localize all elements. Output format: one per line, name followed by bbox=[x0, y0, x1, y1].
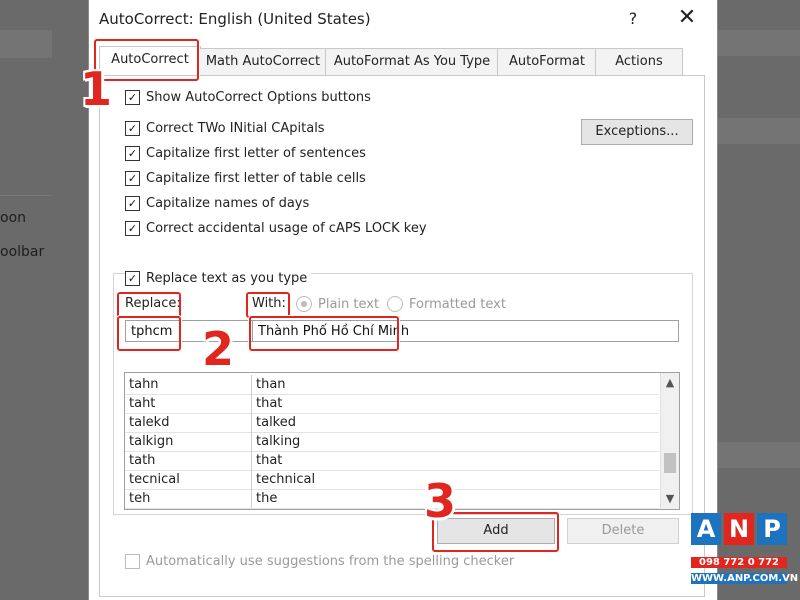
list-item-to: that bbox=[256, 453, 283, 468]
delete-button[interactable]: Delete bbox=[567, 518, 679, 544]
scroll-up-icon[interactable]: ▲ bbox=[661, 375, 679, 391]
background-right-panel bbox=[716, 0, 800, 600]
background-item-toolbar[interactable]: oolbar bbox=[0, 244, 44, 260]
list-item[interactable]: taht that bbox=[125, 394, 659, 414]
dialog-title: AutoCorrect: English (United States) bbox=[99, 10, 371, 28]
list-item-from: tecnical bbox=[125, 470, 252, 489]
highlight-replace-label bbox=[117, 292, 181, 318]
list-item[interactable]: teh the bbox=[125, 489, 659, 509]
list-item-to: talking bbox=[256, 434, 301, 449]
capitalize-days-option[interactable]: ✓ Capitalize names of days bbox=[125, 194, 309, 212]
capitalize-sentences-label: Capitalize first letter of sentences bbox=[146, 145, 366, 161]
correct-caps-lock-checkbox[interactable]: ✓ bbox=[125, 220, 140, 236]
tab-autoformat[interactable]: AutoFormat bbox=[497, 48, 597, 75]
list-item[interactable]: talkign talking bbox=[125, 432, 659, 452]
formatted-text-label: Formatted text bbox=[409, 296, 506, 312]
correct-two-initial-checkbox[interactable]: ✓ bbox=[125, 120, 140, 136]
scroll-thumb[interactable] bbox=[664, 453, 676, 473]
list-scrollbar[interactable]: ▲ ▼ bbox=[660, 373, 679, 509]
replace-as-you-type-checkbox[interactable]: ✓ bbox=[125, 270, 140, 286]
replace-as-you-type-label: Replace text as you type bbox=[146, 270, 308, 286]
step-number-1: 1 bbox=[80, 62, 113, 116]
scroll-down-icon[interactable]: ▼ bbox=[661, 491, 679, 507]
capitalize-table-cells-checkbox[interactable]: ✓ bbox=[125, 170, 140, 186]
list-item-to: talked bbox=[256, 415, 296, 430]
background-ribbon-strip bbox=[0, 30, 52, 58]
correct-caps-lock-option[interactable]: ✓ Correct accidental usage of cAPS LOCK … bbox=[125, 219, 427, 237]
tab-actions[interactable]: Actions bbox=[595, 48, 683, 75]
anp-logo: A N P 098 772 0 772 WWW.ANP.COM.VN bbox=[691, 513, 799, 593]
highlight-with-label bbox=[246, 292, 290, 318]
step-number-2: 2 bbox=[202, 322, 235, 376]
logo-phone: 098 772 0 772 bbox=[691, 557, 787, 568]
show-buttons-label: Show AutoCorrect Options buttons bbox=[146, 89, 371, 105]
capitalize-table-cells-label: Capitalize first letter of table cells bbox=[146, 170, 366, 186]
capitalize-days-checkbox[interactable]: ✓ bbox=[125, 195, 140, 211]
auto-suggestions-checkbox[interactable] bbox=[125, 553, 140, 569]
list-item[interactable]: tahn than bbox=[125, 375, 659, 395]
capitalize-sentences-option[interactable]: ✓ Capitalize first letter of sentences bbox=[125, 144, 366, 162]
background-right-bar bbox=[716, 442, 800, 468]
capitalize-sentences-checkbox[interactable]: ✓ bbox=[125, 145, 140, 161]
logo-letter-p: P bbox=[757, 513, 787, 545]
auto-suggestions-option[interactable]: Automatically use suggestions from the s… bbox=[125, 552, 514, 570]
list-item-from: taht bbox=[125, 394, 252, 413]
formatted-text-radio[interactable] bbox=[387, 296, 403, 312]
capitalize-table-cells-option[interactable]: ✓ Capitalize first letter of table cells bbox=[125, 169, 366, 187]
plain-text-label: Plain text bbox=[318, 296, 380, 312]
tab-math-autocorrect[interactable]: Math AutoCorrect bbox=[199, 48, 327, 75]
list-item-from: teh bbox=[125, 489, 252, 508]
show-buttons-checkbox[interactable]: ✓ bbox=[125, 89, 140, 105]
auto-suggestions-label: Automatically use suggestions from the s… bbox=[146, 553, 515, 569]
correct-two-initial-label: Correct TWo INitial CApitals bbox=[146, 120, 325, 136]
formatted-text-option[interactable]: Formatted text bbox=[387, 296, 506, 312]
correct-two-initial-option[interactable]: ✓ Correct TWo INitial CApitals bbox=[125, 119, 325, 137]
logo-letter-a: A bbox=[691, 513, 721, 545]
logo-letter-n: N bbox=[724, 513, 754, 545]
replace-as-you-type-option[interactable]: ✓ Replace text as you type bbox=[125, 269, 312, 287]
show-buttons-option[interactable]: ✓ Show AutoCorrect Options buttons bbox=[125, 88, 371, 106]
background-divider bbox=[0, 195, 52, 196]
list-item-from: talekd bbox=[125, 413, 252, 432]
list-item-from: tath bbox=[125, 451, 252, 470]
highlight-replace-input bbox=[117, 316, 181, 351]
exceptions-button[interactable]: Exceptions... bbox=[581, 119, 693, 145]
logo-url: WWW.ANP.COM.VN bbox=[691, 573, 799, 584]
list-item[interactable]: talekd talked bbox=[125, 413, 659, 433]
correct-caps-lock-label: Correct accidental usage of cAPS LOCK ke… bbox=[146, 220, 427, 236]
step-number-3: 3 bbox=[424, 474, 457, 528]
list-item-from: talkign bbox=[125, 432, 252, 451]
list-item[interactable]: tecnical technical bbox=[125, 470, 659, 490]
close-icon[interactable]: ✕ bbox=[673, 7, 701, 30]
background-item-ribbon[interactable]: oon bbox=[0, 210, 26, 226]
tab-autoformat-as-you-type[interactable]: AutoFormat As You Type bbox=[325, 48, 499, 75]
background-right-bar bbox=[716, 118, 800, 144]
background-right-bar bbox=[716, 30, 800, 56]
list-item-from: tahn bbox=[125, 375, 252, 394]
capitalize-days-label: Capitalize names of days bbox=[146, 195, 310, 211]
autocorrect-dialog: AutoCorrect: English (United States) ? ✕… bbox=[88, 0, 718, 600]
list-item-to: that bbox=[256, 396, 283, 411]
plain-text-radio[interactable] bbox=[296, 296, 312, 312]
replacement-list[interactable]: tahn than taht that talekd talked talkig… bbox=[124, 372, 680, 510]
list-item-to: than bbox=[256, 377, 286, 392]
help-icon[interactable]: ? bbox=[621, 8, 645, 30]
plain-text-option[interactable]: Plain text bbox=[296, 296, 379, 312]
list-item[interactable]: tath that bbox=[125, 451, 659, 471]
background-left-panel bbox=[0, 0, 88, 600]
highlight-with-input bbox=[249, 316, 399, 351]
